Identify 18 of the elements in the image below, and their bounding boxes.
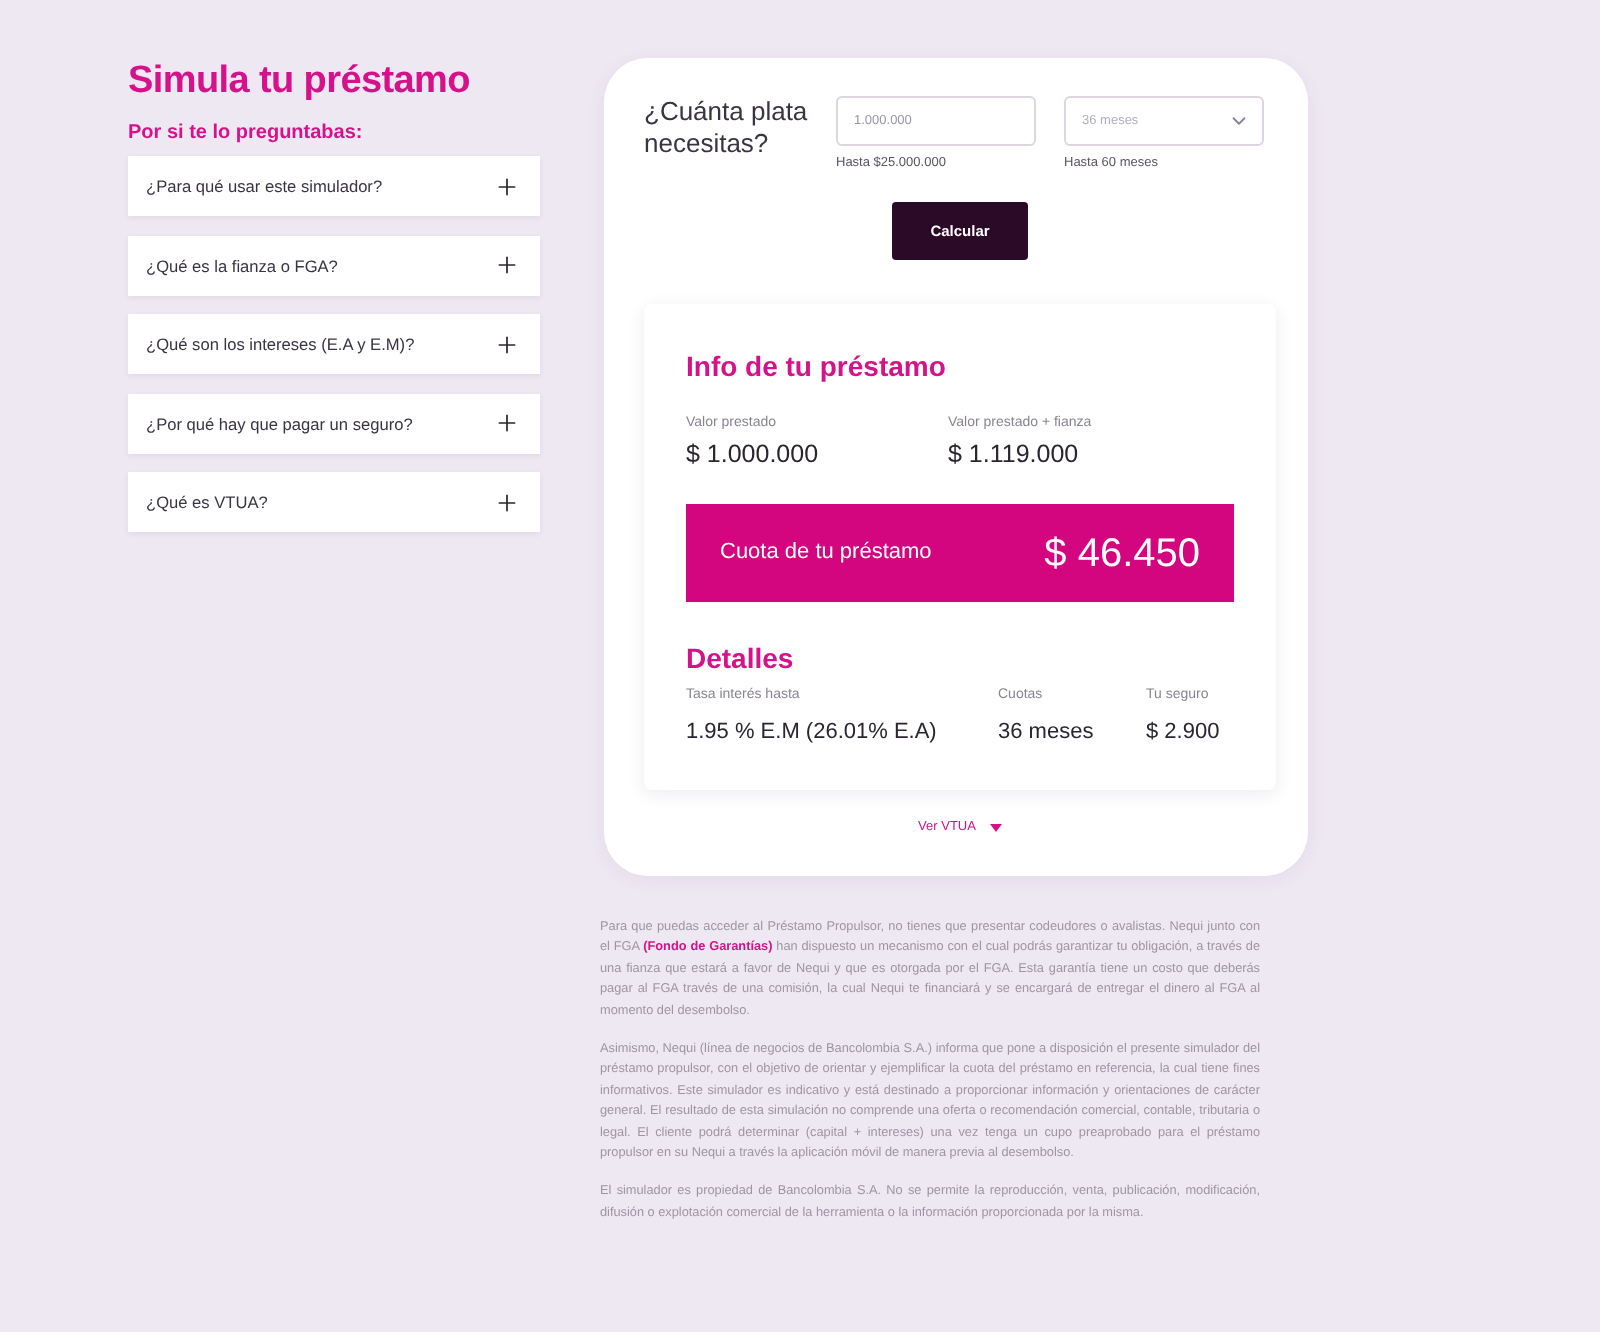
faq-accordion-item[interactable]: ¿Para qué usar este simulador?: [128, 156, 540, 216]
section-title: Detalles: [686, 642, 794, 674]
detail-value: 1.95 % E.M (26.01% E.A): [686, 720, 937, 746]
installment-value: $ 46.450: [1044, 531, 1200, 575]
amount-value: $ 1.000.000: [686, 440, 819, 468]
faq-accordion-item[interactable]: ¿Qué son los intereses (E.A y E.M)?: [128, 314, 540, 374]
faq-accordion-item[interactable]: ¿Qué es VTUA?: [128, 472, 540, 532]
amount-value: $ 1.119.000: [948, 440, 1079, 468]
installment-label: Cuota de tu préstamo: [720, 540, 932, 566]
faq-accordion-item[interactable]: ¿Qué es la fianza o FGA?: [128, 235, 540, 295]
faq-accordion-item[interactable]: ¿Por qué hay que pagar un seguro?: [128, 393, 540, 453]
detail-value: $ 2.900: [1146, 720, 1220, 746]
faq-heading: Por si te lo preguntabas:: [128, 122, 363, 146]
detail-value: 36 meses: [998, 720, 1094, 746]
amount-question: ¿Cuánta plata necesitas?: [644, 96, 810, 160]
section-title: Info de tu préstamo: [686, 350, 946, 382]
page-title: Simula tu préstamo: [128, 58, 472, 104]
caret-down-icon[interactable]: [989, 824, 1002, 832]
